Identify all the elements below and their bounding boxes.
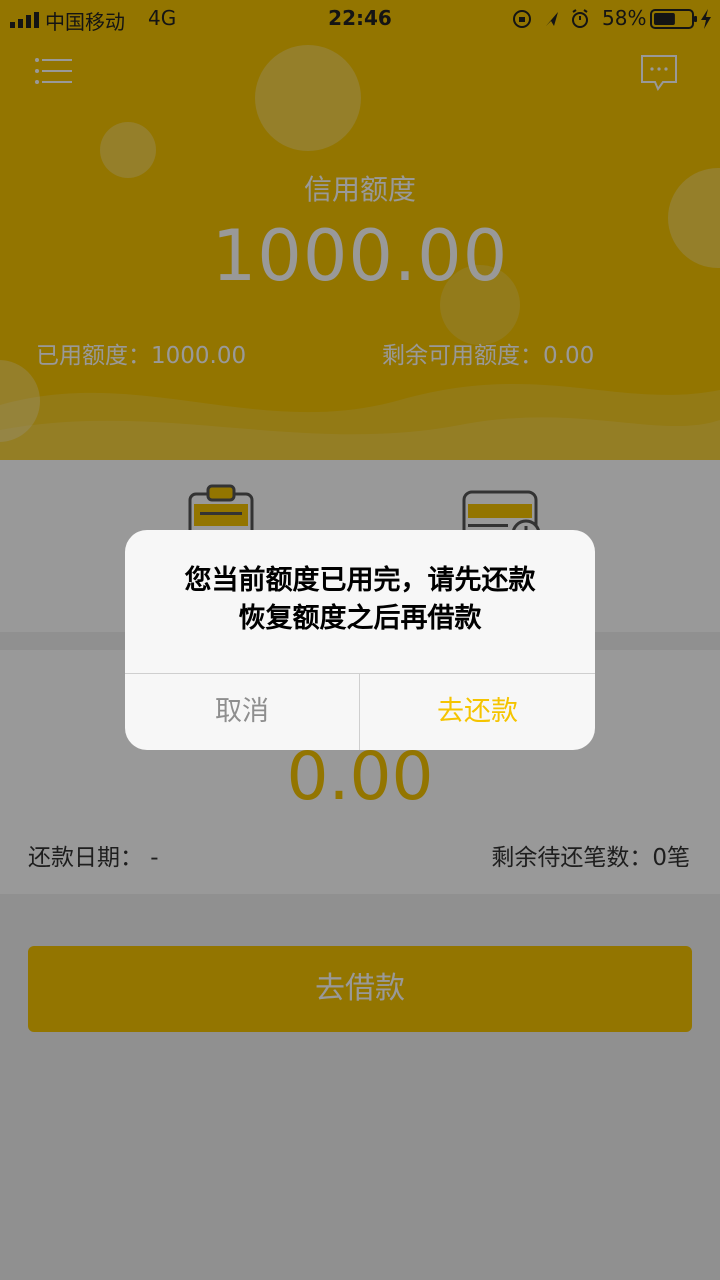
go-repay-button[interactable]: 去还款 bbox=[360, 673, 595, 750]
dialog-message-line1: 您当前额度已用完，请先还款 bbox=[184, 565, 536, 596]
dialog-message: 您当前额度已用完，请先还款 恢复额度之后再借款 bbox=[145, 562, 575, 638]
dialog-message-line2: 恢复额度之后再借款 bbox=[238, 603, 482, 634]
alert-dialog: 您当前额度已用完，请先还款 恢复额度之后再借款 取消 去还款 bbox=[125, 530, 595, 750]
page: 中国移动 4G 22:46 58% 信用额度 1000.00 已用额度：1000… bbox=[0, 0, 720, 1280]
cancel-button[interactable]: 取消 bbox=[125, 673, 359, 750]
